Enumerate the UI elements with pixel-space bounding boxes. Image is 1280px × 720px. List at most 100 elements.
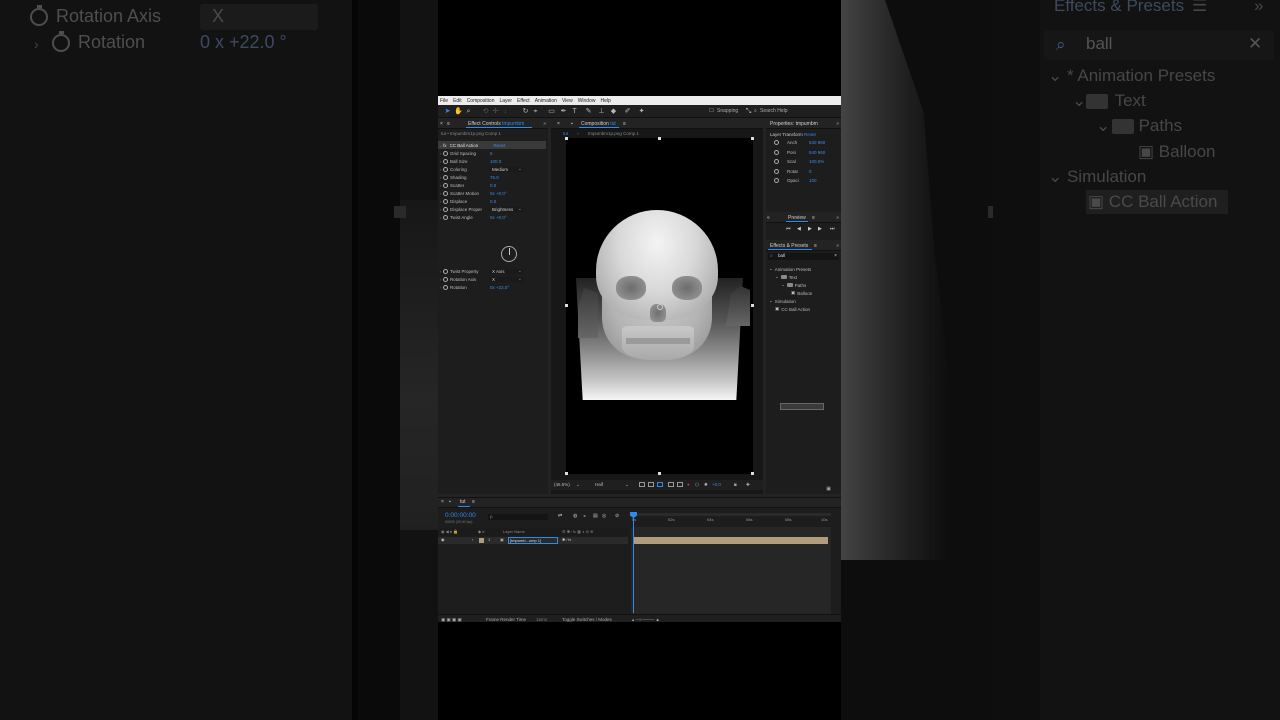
label-color-swatch[interactable] [479,538,484,543]
close-icon[interactable]: × [557,121,560,127]
next-frame-icon[interactable]: ▶︎ [818,226,822,232]
stopwatch-icon[interactable] [443,268,448,274]
effect-property-row[interactable]: › Rotation 0x +22.0° [438,283,546,291]
graph-editor-icon[interactable]: ⊘ [615,513,619,519]
fast-preview-icon[interactable]: ⬡ [695,482,699,488]
property-dropdown[interactable]: Medium [490,166,524,172]
menu-window[interactable]: Window [578,98,596,104]
type-tool-icon[interactable]: T [571,108,578,115]
stopwatch-icon[interactable] [443,276,448,282]
show-snapshot-icon[interactable]: ✚ [746,482,750,488]
angle-dial[interactable] [501,246,517,262]
pen-tool-icon[interactable]: ✒ [560,108,567,115]
menu-edit[interactable]: Edit [453,98,462,104]
hamburger-icon[interactable]: ≡ [472,499,475,505]
eye-icon[interactable]: ◉ [441,537,445,542]
grid-icon[interactable] [668,482,674,487]
close-icon[interactable]: × [440,121,443,127]
transparency-grid-icon[interactable] [648,482,654,487]
stopwatch-icon[interactable] [443,284,448,290]
close-icon[interactable]: × [834,253,837,259]
channel-icon[interactable] [677,482,683,487]
property-value[interactable]: 0.0 [490,183,496,188]
stopwatch-icon[interactable] [443,174,448,180]
footer-icons[interactable]: ▣ ▣ ▣ ▣ [441,617,462,622]
property-value[interactable]: 0.0 [490,199,496,204]
layer-duration-bar[interactable] [633,537,828,544]
transform-property-row[interactable]: Scal 100.0% [774,159,824,164]
composition-viewer[interactable] [565,137,754,475]
snap-icon[interactable]: ⤡ [745,108,752,115]
rotate-tool-icon[interactable]: ↻ [522,108,529,115]
timeline-search[interactable]: ρ [488,514,548,520]
menu-composition[interactable]: Composition [467,98,495,104]
zoom-slider[interactable]: ▴ ─○──── ▲ [632,617,660,622]
property-value[interactable]: 5 [490,151,493,156]
draft-3d-icon[interactable]: ◍ [573,513,577,519]
menu-file[interactable]: File [440,98,448,104]
chevron-double-right-icon[interactable]: » [836,215,839,221]
transform-handle[interactable] [751,472,754,475]
stopwatch-icon[interactable] [443,166,448,172]
orbit-tool-icon[interactable]: ⟲ [482,108,489,115]
property-value[interactable]: 540 960 [809,150,825,155]
stopwatch-icon[interactable] [443,190,448,196]
render-queue-icon[interactable]: ▪ [449,499,451,505]
menu-effect[interactable]: Effect [517,98,530,104]
menu-layer[interactable]: Layer [499,98,512,104]
chevron-down-icon[interactable]: ⌄ [781,282,785,288]
layer-transform-row[interactable]: Layer Transform Reset [770,132,816,137]
property-value[interactable]: 100 [809,178,817,183]
zoom-tool-icon[interactable]: ⌕ [465,108,472,115]
transform-property-row[interactable]: Opaci 100 [774,178,817,183]
chevron-down-icon[interactable]: ⌄ [769,266,773,272]
transform-property-row[interactable]: Posi 540 960 [774,149,825,155]
camera-icon[interactable]: ◙ [734,482,737,487]
brush-tool-icon[interactable]: ✎ [585,108,592,115]
color-icon[interactable]: ● [687,482,690,487]
effect-property-row[interactable]: › Twist Angle 0x +0.0° [438,213,546,221]
stopwatch-icon[interactable] [443,158,448,164]
stopwatch-icon[interactable] [774,149,779,155]
stopwatch-icon[interactable] [443,150,448,156]
dolly-tool-icon[interactable]: ↓ [502,108,509,115]
chevron-double-left-icon[interactable]: « [767,215,770,221]
new-folder-icon[interactable]: ▣ [826,486,831,492]
transform-property-row[interactable]: Anch 540 960 [774,140,825,145]
layer-name[interactable]: [tmpumb...omp 1] [508,537,558,544]
work-area-bar[interactable] [631,513,831,516]
stopwatch-icon[interactable] [774,168,779,174]
transform-handle[interactable] [751,137,754,140]
layer-name-column[interactable]: Layer Name [503,529,525,534]
search-help-field[interactable]: Search Help [760,108,788,114]
chevron-right-icon[interactable]: › [472,537,473,542]
reset-link[interactable]: Reset [804,132,816,137]
search-icon[interactable]: ⌕ [752,108,759,115]
toggle-switches-modes[interactable]: Toggle Switches / Modes [562,617,612,622]
clone-stamp-tool-icon[interactable]: ⊥ [598,108,605,115]
mask-icon[interactable] [657,482,663,487]
effects-tree-item[interactable]: ⌄ Simulation [769,298,796,304]
chevron-double-right-icon[interactable]: » [543,121,546,127]
region-icon[interactable] [639,482,645,487]
property-value[interactable]: 75.0 [490,175,499,180]
menu-view[interactable]: View [562,98,573,104]
property-value[interactable]: 0 [809,169,812,174]
fx-icon[interactable]: fx [443,143,447,148]
lock-icon[interactable]: ▪ [571,121,573,127]
chevron-down-icon[interactable]: ⌄ [769,298,773,304]
transform-handle[interactable] [565,304,568,307]
tab-properties[interactable]: Properties: tmpumbm [770,121,818,127]
transform-handle[interactable] [565,137,568,140]
chevron-double-right-icon[interactable]: » [836,121,839,127]
exposure-value[interactable]: +0.0 [712,482,721,487]
frame-blending-icon[interactable]: ▤ [593,513,598,519]
snapping-checkbox[interactable]: ☐ [708,108,715,115]
effect-property-row[interactable]: › Coloring Medium [438,165,546,173]
transform-handle[interactable] [751,304,754,307]
transform-handle[interactable] [658,472,661,475]
effect-property-row[interactable]: › Ball Size 100.0 [438,157,546,165]
property-dropdown[interactable]: X [490,276,524,282]
layer-switches[interactable]: ✱ ⁄ fx [562,537,571,542]
property-value[interactable]: 100.0 [490,159,501,164]
